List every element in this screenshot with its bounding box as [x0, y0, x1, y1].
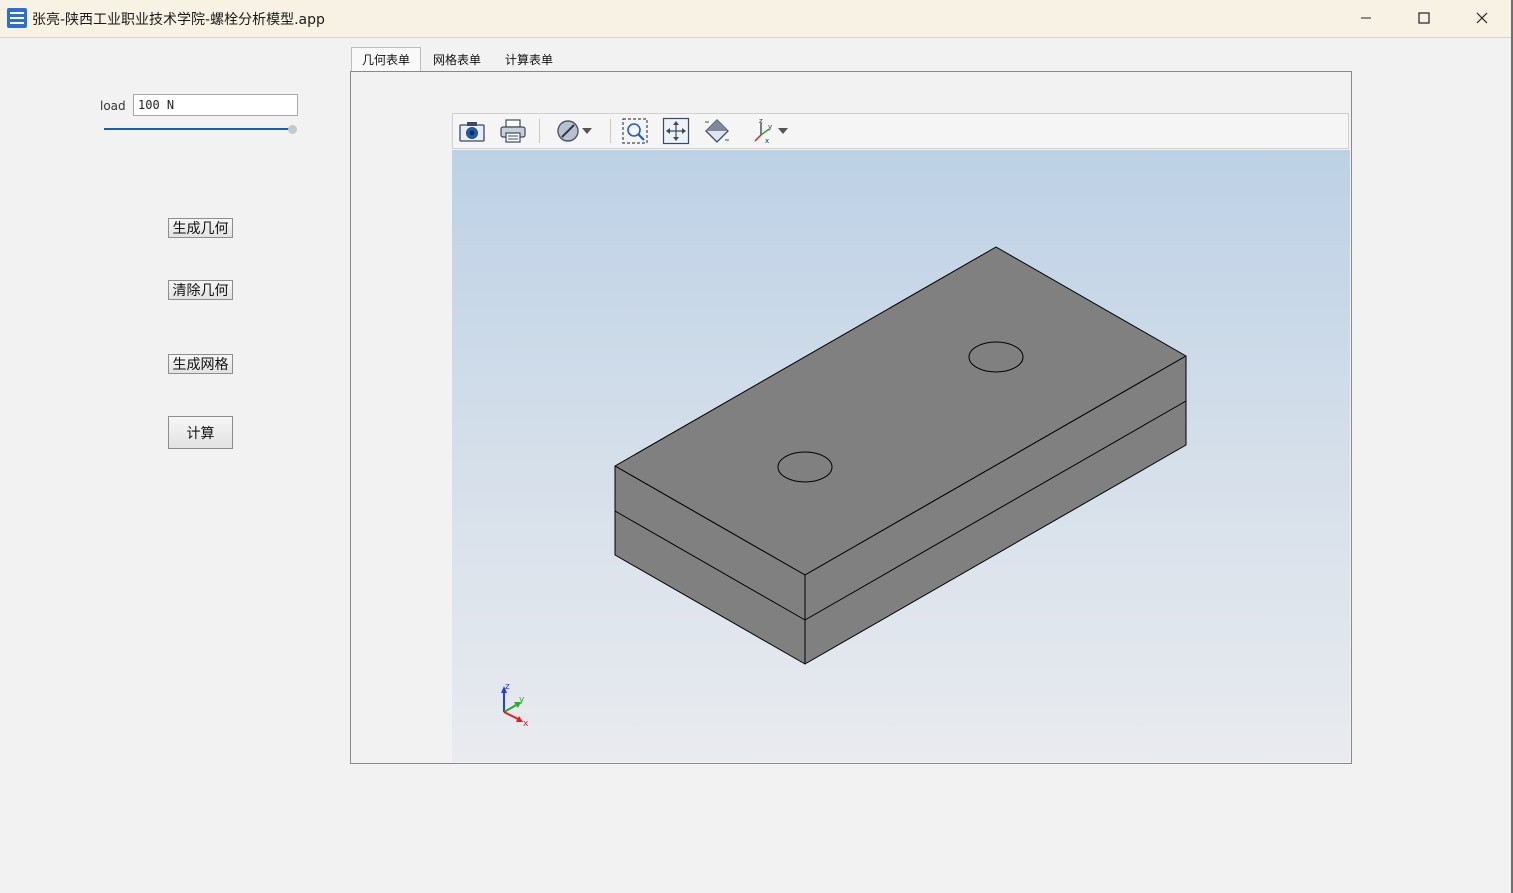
- tab-compute[interactable]: 计算表单: [495, 47, 563, 71]
- maximize-button[interactable]: [1395, 0, 1453, 36]
- window-title: 张亮-陕西工业职业技术学院-螺栓分析模型.app: [32, 12, 325, 28]
- zoom-extents-icon: [662, 117, 690, 145]
- load-input[interactable]: [133, 94, 298, 116]
- compute-button[interactable]: 计算: [168, 416, 233, 449]
- minimize-button[interactable]: [1337, 0, 1395, 36]
- zoom-box-button[interactable]: [620, 117, 650, 145]
- clear-geometry-button[interactable]: 清除几何: [168, 280, 233, 300]
- graphics-viewport[interactable]: z y x: [452, 150, 1350, 762]
- tab-geometry[interactable]: 几何表单: [351, 47, 421, 71]
- axis-triad: z y x: [501, 682, 529, 728]
- view-orientation-dropdown[interactable]: z y x: [745, 117, 795, 145]
- scene-light-button[interactable]: [702, 117, 732, 145]
- close-button[interactable]: [1453, 0, 1511, 36]
- close-icon: [1476, 12, 1488, 24]
- visibility-dropdown[interactable]: [549, 117, 599, 145]
- load-label: load: [100, 99, 126, 113]
- print-icon: [500, 119, 526, 143]
- load-slider[interactable]: [104, 128, 292, 130]
- bolt-hole: [968, 341, 1024, 373]
- svg-text:y: y: [768, 123, 772, 131]
- graphics-toolbar: z y x: [452, 113, 1349, 149]
- generate-mesh-button[interactable]: 生成网格: [168, 354, 233, 374]
- title-bar: 张亮-陕西工业职业技术学院-螺栓分析模型.app: [0, 0, 1511, 38]
- app-icon: [7, 8, 27, 28]
- bolt-plates-model: [614, 246, 1187, 665]
- generate-geometry-button[interactable]: 生成几何: [168, 218, 233, 238]
- bolt-hole: [777, 451, 833, 483]
- tab-mesh[interactable]: 网格表单: [423, 47, 491, 71]
- scene-light-icon: [705, 119, 729, 143]
- svg-text:x: x: [765, 137, 769, 145]
- print-button[interactable]: [498, 117, 528, 145]
- axis-z-label: z: [505, 682, 510, 692]
- chevron-down-icon: [582, 128, 592, 134]
- visibility-icon: [557, 120, 579, 142]
- zoom-extents-button[interactable]: [661, 117, 691, 145]
- maximize-icon: [1418, 12, 1430, 24]
- axis-y-label: y: [519, 695, 525, 705]
- axis-x-label: x: [523, 719, 529, 728]
- load-slider-thumb[interactable]: [288, 125, 297, 134]
- zoom-box-icon: [622, 118, 648, 144]
- camera-icon: [459, 122, 485, 142]
- chevron-down-icon: [778, 128, 788, 134]
- minimize-icon: [1361, 17, 1371, 19]
- screenshot-button[interactable]: [457, 117, 487, 145]
- view-orientation-icon: z y x: [754, 117, 772, 145]
- svg-text:z: z: [759, 117, 763, 125]
